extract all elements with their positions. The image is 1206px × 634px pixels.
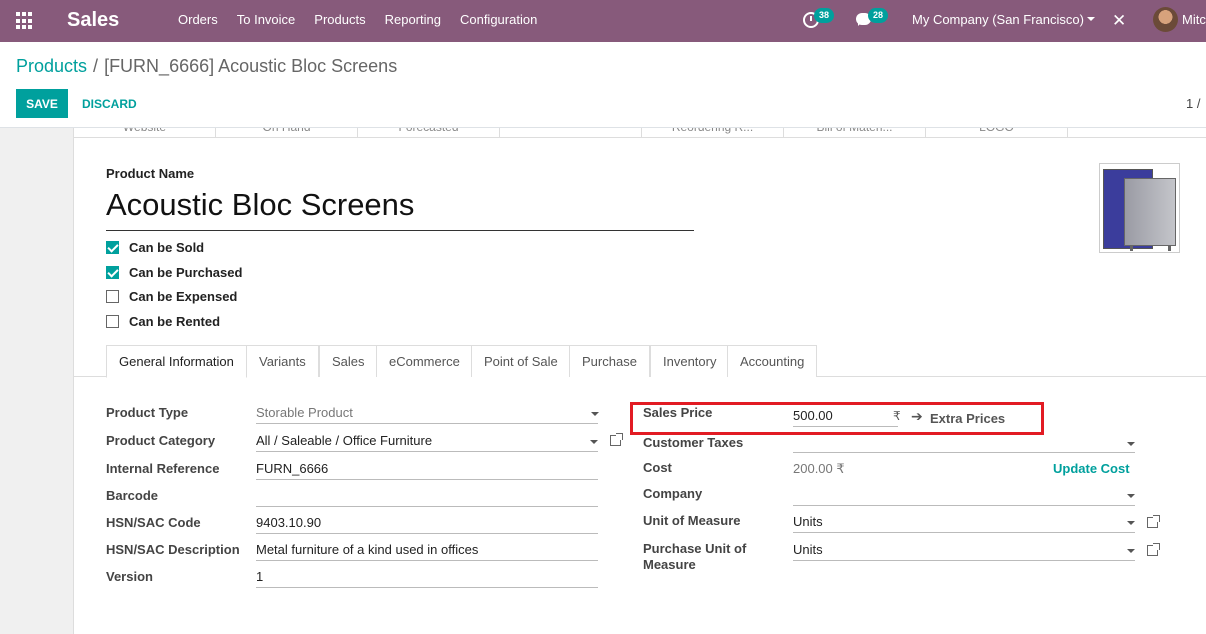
save-button[interactable]: SAVE xyxy=(16,89,68,118)
discard-button[interactable]: DISCARD xyxy=(78,89,141,118)
user-name[interactable]: Mitc xyxy=(1182,12,1206,27)
customer-taxes-label: Customer Taxes xyxy=(643,435,744,450)
hsn-description-label: HSN/SAC Description xyxy=(106,542,240,557)
company-input[interactable] xyxy=(793,484,1135,506)
product-category-select[interactable]: All / Saleable / Office Furniture xyxy=(256,430,598,452)
top-navbar: Sales Orders To Invoice Products Reporti… xyxy=(0,0,1206,42)
menu-reporting[interactable]: Reporting xyxy=(385,12,441,27)
menu-products[interactable]: Products xyxy=(314,12,365,27)
smart-button-reordering[interactable]: Reordering R... xyxy=(642,128,784,137)
uom-select[interactable]: Units xyxy=(793,511,1135,533)
check-can-be-expensed[interactable]: Can be Expensed xyxy=(106,289,237,304)
external-link-icon[interactable] xyxy=(1147,543,1160,556)
internal-reference-label: Internal Reference xyxy=(106,461,220,476)
check-can-be-rented[interactable]: Can be Rented xyxy=(106,314,220,329)
menu-orders[interactable]: Orders xyxy=(178,12,218,27)
breadcrumb-separator: / xyxy=(93,56,99,76)
smart-button-bom[interactable]: Bill of Materi... xyxy=(784,128,926,137)
form-sheet: Website On Hand Forecasted Reordering R.… xyxy=(73,128,1206,634)
caret-down-icon[interactable] xyxy=(1127,442,1135,446)
caret-down-icon[interactable] xyxy=(591,412,599,416)
breadcrumb: Products / [FURN_6666] Acoustic Bloc Scree… xyxy=(16,56,397,77)
product-name-label: Product Name xyxy=(106,166,195,181)
avatar[interactable] xyxy=(1153,7,1178,32)
external-link-icon[interactable] xyxy=(610,433,623,446)
internal-reference-input[interactable]: FURN_6666 xyxy=(256,458,598,480)
screen-front-panel xyxy=(1124,178,1176,246)
check-label: Can be Rented xyxy=(129,314,221,329)
caret-down-icon[interactable] xyxy=(1127,549,1135,553)
purchase-uom-select[interactable]: Units xyxy=(793,539,1135,561)
tab-inventory[interactable]: Inventory xyxy=(650,345,730,377)
caret-down-icon[interactable] xyxy=(590,440,598,444)
uom-label: Unit of Measure xyxy=(643,513,741,528)
product-type-label: Product Type xyxy=(106,405,189,420)
product-name-input[interactable]: Acoustic Bloc Screens xyxy=(106,186,694,231)
tab-purchase[interactable]: Purchase xyxy=(569,345,650,377)
version-input[interactable]: 1 xyxy=(256,566,598,588)
smart-button-blank[interactable] xyxy=(500,128,642,137)
hsn-code-label: HSN/SAC Code xyxy=(106,515,201,530)
control-panel: Products / [FURN_6666] Acoustic Bloc Scree… xyxy=(0,42,1206,128)
breadcrumb-current: [FURN_6666] Acoustic Bloc Screens xyxy=(104,56,398,76)
external-link-icon[interactable] xyxy=(1147,515,1160,528)
product-category-label: Product Category xyxy=(106,433,216,448)
checkbox-unchecked[interactable] xyxy=(106,315,119,328)
highlight-box xyxy=(630,402,1044,435)
main-menu: Orders To Invoice Products Reporting Con… xyxy=(178,12,556,27)
smart-button-forecasted[interactable]: Forecasted xyxy=(358,128,500,137)
hsn-description-input[interactable]: Metal furniture of a kind used in office… xyxy=(256,539,598,561)
screen-leg xyxy=(1168,246,1171,251)
message-badge: 28 xyxy=(868,8,888,23)
product-type-select[interactable]: Storable Product xyxy=(256,402,598,424)
version-label: Version xyxy=(106,569,153,584)
hsn-code-input[interactable]: 9403.10.90 xyxy=(256,512,598,534)
cost-value: 200.00 ₹ xyxy=(793,461,845,476)
tab-general-information[interactable]: General Information xyxy=(106,345,247,378)
caret-down-icon[interactable] xyxy=(1127,494,1135,498)
tab-accounting[interactable]: Accounting xyxy=(727,345,818,377)
notebook-tabs: General Information Variants Sales eComm… xyxy=(74,345,1206,378)
debug-icon[interactable]: ✕ xyxy=(1112,11,1126,31)
check-can-be-sold[interactable]: Can be Sold xyxy=(106,240,204,255)
pager[interactable]: 1 / xyxy=(1186,96,1200,111)
checkbox-checked[interactable] xyxy=(106,241,119,254)
screen-leg xyxy=(1130,246,1133,251)
tab-variants[interactable]: Variants xyxy=(246,345,319,377)
breadcrumb-products[interactable]: Products xyxy=(16,56,87,76)
barcode-label: Barcode xyxy=(106,488,159,503)
caret-down-icon[interactable] xyxy=(1127,521,1135,525)
app-name[interactable]: Sales xyxy=(67,9,119,32)
checkbox-unchecked[interactable] xyxy=(106,290,119,303)
checkbox-checked[interactable] xyxy=(106,266,119,279)
smart-button-website[interactable]: Website xyxy=(74,128,216,137)
app-grid-icon[interactable] xyxy=(16,12,34,30)
product-image[interactable] xyxy=(1099,163,1180,253)
purchase-uom-label: Purchase Unit of Measure xyxy=(643,541,747,572)
menu-to-invoice[interactable]: To Invoice xyxy=(237,12,296,27)
barcode-input[interactable] xyxy=(256,485,598,507)
smart-button-on-hand[interactable]: On Hand xyxy=(216,128,358,137)
company-switcher[interactable]: My Company (San Francisco) xyxy=(912,12,1084,27)
activity-badge: 38 xyxy=(814,8,834,23)
tab-point-of-sale[interactable]: Point of Sale xyxy=(471,345,571,377)
caret-down-icon[interactable] xyxy=(1087,17,1095,21)
company-label: Company xyxy=(643,486,703,501)
update-cost-button[interactable]: Update Cost xyxy=(1053,461,1130,476)
smart-button-logo[interactable]: LOGO xyxy=(926,128,1068,137)
check-label: Can be Sold xyxy=(129,240,205,255)
check-label: Can be Purchased xyxy=(129,265,243,280)
cost-label: Cost xyxy=(643,460,672,475)
menu-configuration[interactable]: Configuration xyxy=(460,12,537,27)
smart-buttons: Website On Hand Forecasted Reordering R.… xyxy=(74,128,1206,138)
check-can-be-purchased[interactable]: Can be Purchased xyxy=(106,265,242,280)
tab-sales[interactable]: Sales xyxy=(319,345,378,377)
tab-ecommerce[interactable]: eCommerce xyxy=(376,345,473,377)
check-label: Can be Expensed xyxy=(129,289,238,304)
